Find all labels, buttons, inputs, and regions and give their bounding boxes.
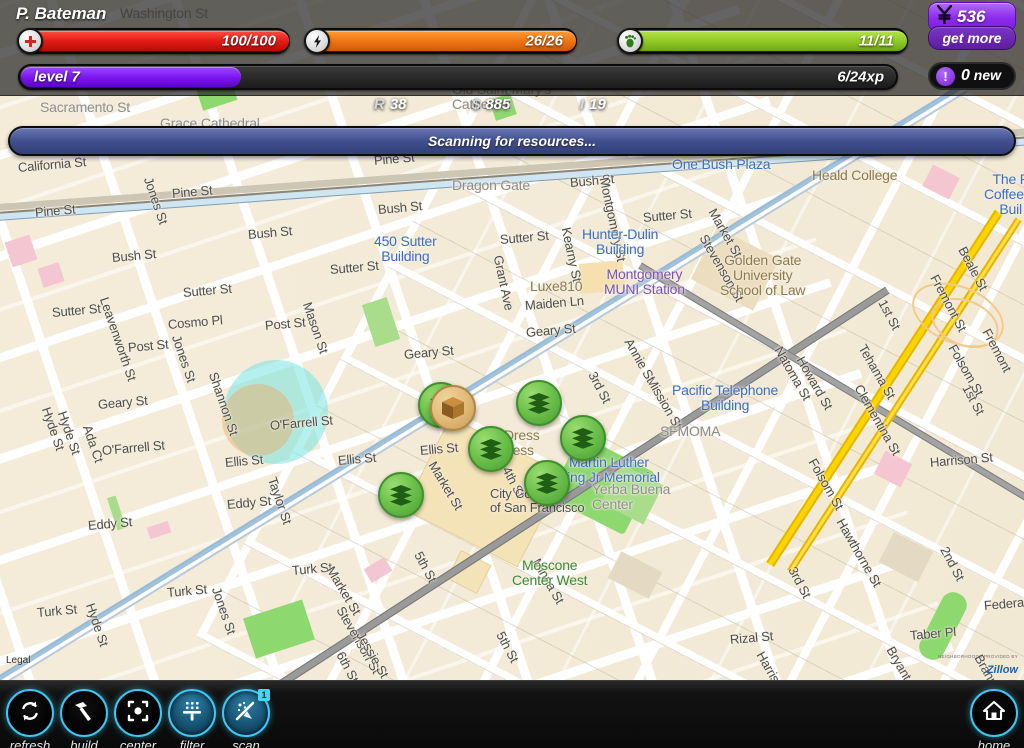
zillow-attribution-name: Zillow: [986, 663, 1018, 676]
center-button[interactable]: center: [112, 689, 164, 748]
stamina-bar[interactable]: 11/11: [617, 28, 908, 54]
wand-icon: [233, 698, 259, 729]
currency-amount: 536: [957, 7, 986, 26]
center-button-label: center: [119, 738, 157, 748]
status-banner-text: Scanning for resources...: [427, 133, 597, 149]
home-button-circle[interactable]: [970, 689, 1018, 737]
crosshair-icon: [125, 698, 151, 729]
level-label: level 7: [34, 68, 80, 86]
player-name: P. Bateman: [16, 4, 107, 23]
scan-button[interactable]: 1 scan: [220, 689, 272, 748]
news-button[interactable]: ! 0 new: [928, 62, 1016, 90]
build-button[interactable]: build: [58, 689, 110, 748]
scan-button-label: scan: [232, 738, 260, 748]
currency-panel[interactable]: 536 get more: [928, 2, 1016, 50]
legal-link[interactable]: Legal: [6, 655, 30, 666]
poi-label: Pacific Telephone Building: [672, 382, 779, 414]
resource-node[interactable]: [468, 426, 514, 472]
health-value: 100/100: [221, 32, 276, 50]
lightning-icon: [304, 28, 330, 54]
hammer-icon: [71, 698, 97, 729]
crate-node[interactable]: [430, 385, 476, 431]
home-button[interactable]: home: [968, 689, 1020, 748]
hud-top-bar: P. Bateman 100/100 26/26 11/11 level 7 6…: [0, 0, 1024, 96]
scan-button-badge: 1: [258, 689, 270, 701]
resource-node[interactable]: [560, 415, 606, 461]
cross-icon: [17, 28, 43, 54]
poi-label: Yerba Buena Center: [592, 481, 671, 513]
resource-i: I 19: [580, 96, 606, 113]
resource-r-amount: 38: [389, 96, 407, 113]
resource-node[interactable]: [516, 380, 562, 426]
filter-button-circle[interactable]: [168, 689, 216, 737]
zillow-attribution: NEIGHBORHOODS PROVIDED BY Zillow: [937, 654, 1018, 678]
filter-icon: [179, 698, 205, 729]
refresh-icon: [17, 698, 43, 729]
resource-r: R 38: [374, 96, 407, 113]
news-count-number: 0: [961, 67, 970, 84]
energy-value: 26/26: [525, 32, 563, 50]
poi-label: SFMOMA: [660, 423, 721, 439]
exclamation-icon: !: [936, 66, 955, 86]
xp-value: 6/24xp: [837, 68, 884, 86]
news-count-unit: new: [973, 67, 1002, 83]
poi-label: Luxe810: [530, 278, 583, 294]
poi-label: One Bush Plaza: [672, 156, 771, 172]
xp-bar[interactable]: level 7 6/24xp: [18, 64, 898, 90]
poi-label: Golden Gate University School of Law: [720, 252, 806, 299]
poi-label: Moscone Center West: [512, 557, 588, 589]
home-button-label: home: [977, 738, 1011, 748]
resource-row: R 38 $885 I 19: [0, 96, 1024, 120]
energy-bar[interactable]: 26/26: [304, 28, 577, 54]
poi-label: Hunter-Dulin Building: [582, 226, 659, 258]
resource-r-symbol: R: [374, 96, 385, 113]
stamina-value: 11/11: [858, 32, 894, 50]
footprint-icon: [617, 28, 643, 54]
resource-i-amount: 19: [589, 96, 606, 113]
health-bar[interactable]: 100/100: [17, 28, 290, 54]
refresh-button-label: refresh: [9, 738, 51, 748]
center-button-circle[interactable]: [114, 689, 162, 737]
build-button-label: build: [70, 738, 98, 748]
scan-button-circle[interactable]: 1: [222, 689, 270, 737]
poi-label: Heald College: [812, 167, 898, 183]
yen-coin-icon: [936, 4, 953, 29]
poi-label: Dragon Gate: [452, 177, 530, 193]
filter-button-label: filter: [179, 738, 205, 748]
get-more-button[interactable]: get more: [928, 26, 1016, 50]
poi-label: Montgomery MUNI Station: [604, 266, 685, 298]
resource-i-symbol: I: [580, 96, 585, 113]
game-screen: California St Pine St Pine St Pine St Jones …: [0, 0, 1024, 748]
resource-node[interactable]: [524, 460, 570, 506]
status-banner: Scanning for resources...: [8, 126, 1016, 156]
resource-money: $885: [472, 96, 510, 113]
news-count: 0 new: [961, 67, 1001, 85]
bottom-toolbar: refresh build center filter 1 scan home: [0, 680, 1024, 748]
build-button-circle[interactable]: [60, 689, 108, 737]
zillow-attribution-caption: NEIGHBORHOODS PROVIDED BY: [937, 654, 1018, 659]
resource-money-symbol: $: [472, 96, 481, 113]
refresh-button-circle[interactable]: [6, 689, 54, 737]
resource-money-amount: 885: [485, 96, 511, 113]
poi-label: 450 Sutter Building: [374, 233, 437, 265]
filter-button[interactable]: filter: [166, 689, 218, 748]
poi-label: The PCoffee CBuil: [984, 171, 1024, 218]
resource-node[interactable]: [378, 472, 424, 518]
home-icon: [981, 698, 1007, 729]
refresh-button[interactable]: refresh: [4, 689, 56, 748]
